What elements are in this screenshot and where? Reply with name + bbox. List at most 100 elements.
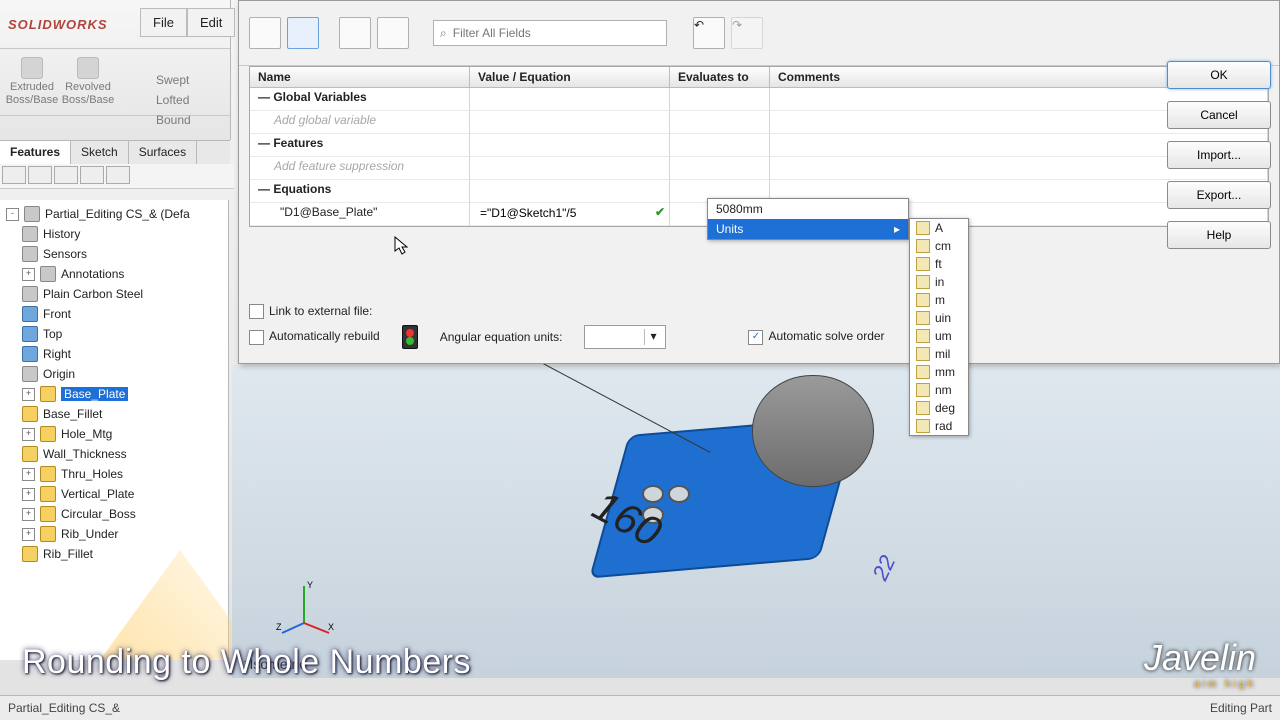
help-button[interactable]: Help (1167, 221, 1271, 249)
tree-history[interactable]: History (0, 224, 228, 244)
unit-icon (916, 257, 930, 271)
undo-icon[interactable]: ↶ (693, 17, 725, 49)
col-value[interactable]: Value / Equation (470, 67, 670, 88)
unit-option-ft[interactable]: ft (910, 255, 968, 273)
tree-vertical-plate[interactable]: +Vertical_Plate (0, 484, 228, 504)
tree-sensors[interactable]: Sensors (0, 244, 228, 264)
tree-annotations[interactable]: +Annotations (0, 264, 228, 284)
cmd-boundary[interactable]: Bound (150, 110, 230, 130)
unit-icon (916, 419, 930, 433)
graphics-area[interactable]: 160 22 YXZ *Isometric (232, 365, 1280, 678)
section-equations[interactable]: — Equations (250, 180, 470, 203)
view-mode-1-icon[interactable] (249, 17, 281, 49)
svg-text:Y: Y (307, 580, 313, 590)
tree-front-plane[interactable]: Front (0, 304, 228, 324)
tree-base-plate[interactable]: +Base_Plate (0, 384, 228, 404)
equation-value-input[interactable] (478, 205, 652, 221)
tree-tool-icon[interactable] (80, 166, 104, 184)
status-bar: Partial_Editing CS_& Editing Part (0, 695, 1280, 720)
equation-name-cell[interactable]: "D1@Base_Plate" (250, 203, 470, 226)
tree-base-fillet[interactable]: Base_Fillet (0, 404, 228, 424)
tree-origin[interactable]: Origin (0, 364, 228, 384)
menu-bar: File Edit (140, 8, 235, 37)
tree-tool-icon[interactable] (28, 166, 52, 184)
tree-rib-fillet[interactable]: Rib_Fillet (0, 544, 228, 564)
unit-option-rad[interactable]: rad (910, 417, 968, 435)
cmd-revolved[interactable]: Revolved Boss/Base (60, 57, 116, 107)
tree-toolbar (0, 164, 234, 189)
unit-icon (916, 329, 930, 343)
tab-sketch[interactable]: Sketch (71, 141, 129, 165)
tree-circular-boss[interactable]: +Circular_Boss (0, 504, 228, 524)
units-flyout[interactable]: Acmftinmuinummilmmnmdegrad (909, 218, 969, 436)
filter-icon: ⌕ (440, 26, 447, 41)
view-mode-2-icon[interactable] (287, 17, 319, 49)
unit-option-nm[interactable]: nm (910, 381, 968, 399)
redo-icon[interactable]: ↷ (731, 17, 763, 49)
unit-icon (916, 365, 930, 379)
equation-value-cell[interactable]: ✔ (470, 203, 670, 226)
hint-add-global[interactable]: Add global variable (250, 111, 470, 134)
export-button[interactable]: Export... (1167, 181, 1271, 209)
section-globals[interactable]: — Global Variables (250, 88, 470, 111)
unit-option-deg[interactable]: deg (910, 399, 968, 417)
unit-option-cm[interactable]: cm (910, 237, 968, 255)
svg-text:X: X (328, 622, 334, 632)
brand-label: SOLIDWORKS (8, 17, 108, 32)
tree-tool-icon[interactable] (2, 166, 26, 184)
tree-tool-icon[interactable] (106, 166, 130, 184)
unit-option-mil[interactable]: mil (910, 345, 968, 363)
menu-file[interactable]: File (140, 8, 187, 37)
tree-material[interactable]: Plain Carbon Steel (0, 284, 228, 304)
cmd-swept[interactable]: Swept (150, 70, 230, 90)
unit-icon (916, 221, 930, 235)
section-features[interactable]: — Features (250, 134, 470, 157)
tree-thru-holes[interactable]: +Thru_Holes (0, 464, 228, 484)
col-eval[interactable]: Evaluates to (670, 67, 770, 88)
tab-features[interactable]: Features (0, 141, 71, 165)
ok-button[interactable]: OK (1167, 61, 1271, 89)
tree-hole-mtg[interactable]: +Hole_Mtg (0, 424, 228, 444)
autocomplete-dropdown[interactable]: 5080mm Units▸ (707, 198, 909, 240)
unit-option-m[interactable]: m (910, 291, 968, 309)
cmd-extruded[interactable]: Extruded Boss/Base (4, 57, 60, 107)
status-doc: Partial_Editing CS_& (8, 701, 120, 715)
unit-option-A[interactable]: A (910, 219, 968, 237)
auto-solve-checkbox[interactable]: ✓Automatic solve order (748, 329, 884, 344)
cmd-lofted[interactable]: Lofted (150, 90, 230, 110)
view-mode-4-icon[interactable] (377, 17, 409, 49)
equations-dialog: ⌕ Filter All Fields ↶ ↷ Name Value / Equ… (238, 0, 1280, 364)
feature-cmd-list: Swept Lofted Bound (150, 70, 230, 130)
unit-icon (916, 401, 930, 415)
tree-wall-thickness[interactable]: Wall_Thickness (0, 444, 228, 464)
unit-option-mm[interactable]: mm (910, 363, 968, 381)
tree-top-plane[interactable]: Top (0, 324, 228, 344)
unit-option-uin[interactable]: uin (910, 309, 968, 327)
view-mode-3-icon[interactable] (339, 17, 371, 49)
tree-tool-icon[interactable] (54, 166, 78, 184)
link-external-checkbox[interactable]: Link to external file: (249, 304, 372, 319)
tree-rib-under[interactable]: +Rib_Under (0, 524, 228, 544)
cancel-button[interactable]: Cancel (1167, 101, 1271, 129)
ac-option-value[interactable]: 5080mm (708, 199, 908, 219)
tree-right-plane[interactable]: Right (0, 344, 228, 364)
tree-root[interactable]: -Partial_Editing CS_& (Defa (0, 204, 228, 224)
unit-option-um[interactable]: um (910, 327, 968, 345)
import-button[interactable]: Import... (1167, 141, 1271, 169)
filter-input[interactable]: ⌕ Filter All Fields (433, 20, 667, 46)
check-icon: ✔ (655, 205, 665, 219)
auto-rebuild-checkbox[interactable]: Automatically rebuild (249, 329, 380, 344)
menu-edit[interactable]: Edit (187, 8, 235, 37)
view-triad: YXZ (274, 578, 334, 638)
unit-option-in[interactable]: in (910, 273, 968, 291)
col-name[interactable]: Name (250, 67, 470, 88)
angular-units-select[interactable]: ▾ (584, 325, 666, 349)
tab-surfaces[interactable]: Surfaces (129, 141, 197, 165)
unit-icon (916, 293, 930, 307)
hint-add-feature[interactable]: Add feature suppression (250, 157, 470, 180)
ac-option-units[interactable]: Units▸ (708, 219, 908, 239)
angular-units-label: Angular equation units: (440, 330, 563, 344)
unit-icon (916, 239, 930, 253)
filter-placeholder: Filter All Fields (453, 26, 531, 40)
feature-tree[interactable]: -Partial_Editing CS_& (Defa History Sens… (0, 200, 229, 660)
